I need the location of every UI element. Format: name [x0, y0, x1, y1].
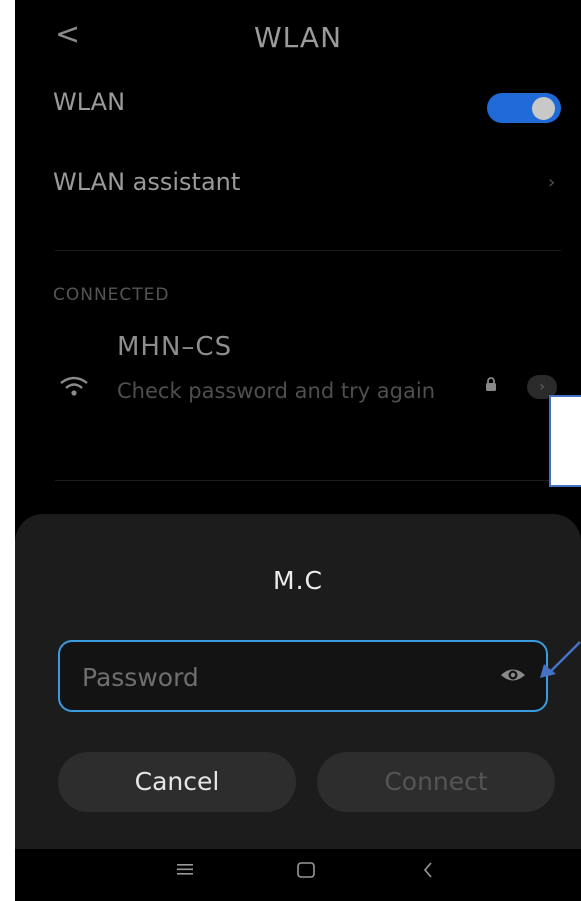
divider — [55, 250, 561, 251]
chevron-right-icon: › — [548, 172, 556, 193]
header: < WLAN — [15, 12, 581, 62]
network-status: Check password and try again — [117, 379, 436, 403]
connect-button[interactable]: Connect — [317, 752, 555, 812]
annotation-arrow-icon — [540, 641, 581, 678]
wlan-settings-page: < WLAN WLAN WLAN assistant › CONNECTED M… — [15, 0, 581, 520]
back-icon[interactable] — [423, 862, 433, 878]
eye-icon[interactable] — [500, 664, 526, 686]
wlan-assistant-label: WLAN assistant — [53, 168, 241, 196]
home-icon[interactable] — [297, 862, 315, 878]
network-name: MHN–CS — [117, 332, 233, 362]
phone-screen: < WLAN WLAN WLAN assistant › CONNECTED M… — [15, 0, 581, 901]
wifi-icon — [60, 376, 88, 396]
password-field[interactable] — [58, 640, 548, 712]
wlan-toggle-row[interactable]: WLAN — [53, 88, 561, 116]
menu-icon[interactable] — [177, 862, 193, 876]
system-nav-bar — [15, 849, 581, 901]
divider — [55, 480, 561, 481]
cancel-button[interactable]: Cancel — [58, 752, 296, 812]
lock-icon — [486, 377, 496, 391]
page-title: WLAN — [253, 21, 343, 54]
section-label-connected: CONNECTED — [53, 285, 170, 305]
password-dialog: M.C Cancel Connect — [15, 514, 581, 849]
wlan-toggle-label: WLAN — [53, 88, 126, 116]
annotation-box — [549, 395, 581, 487]
wlan-toggle-switch[interactable] — [487, 93, 561, 123]
toggle-knob — [532, 97, 555, 120]
password-input[interactable] — [80, 642, 484, 712]
wlan-assistant-row[interactable]: WLAN assistant — [53, 168, 561, 196]
dialog-title: M.C — [273, 566, 323, 595]
